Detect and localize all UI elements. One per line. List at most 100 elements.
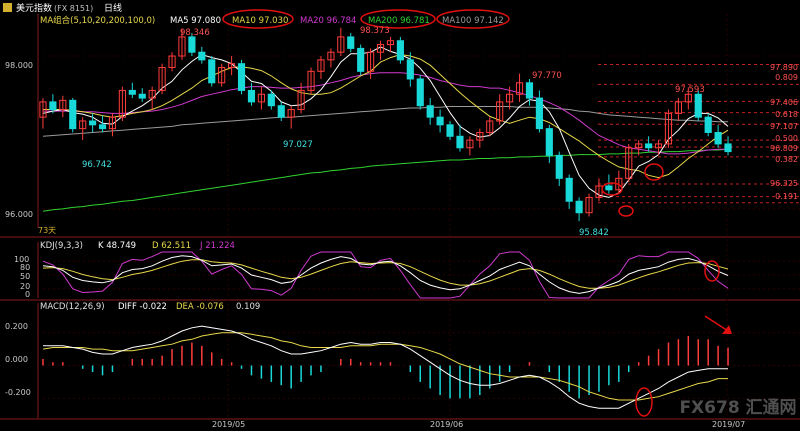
high-label: 98.373 (360, 26, 390, 36)
macd-legend-label: MACD(12,26,9) (40, 302, 105, 312)
low-label: 95.842 (579, 228, 609, 238)
macd-hist-value: 0.109 (236, 302, 260, 312)
candle-body (267, 93, 275, 107)
candle-body (247, 89, 256, 103)
ma5-value: MA5 97.080 (170, 16, 221, 26)
grid-lines (0, 14, 800, 420)
candle-body (347, 36, 355, 49)
candle-body (406, 59, 414, 80)
period-label[interactable]: 日线 (104, 2, 122, 14)
candle-body (426, 105, 434, 118)
candle-body (277, 105, 285, 118)
high-label: 97.770 (532, 71, 562, 81)
ma200-value: MA200 96.781 (368, 16, 430, 26)
candle-body (237, 63, 246, 91)
macd-legend: MACD(12,26,9) DIFF -0.022 DEA -0.076 0.1… (40, 302, 260, 312)
fib-label: 97.107 (770, 122, 798, 131)
macd-diff-value: DIFF -0.022 (118, 302, 167, 312)
candle-body (645, 143, 653, 149)
candle-body (208, 59, 216, 84)
candle-body (525, 82, 534, 99)
ma20-line (43, 72, 728, 155)
marking-circle (618, 205, 634, 217)
macd-tick: 0.000 (5, 355, 28, 364)
fib-label: 0.809 (775, 73, 798, 82)
candle-body (357, 47, 365, 72)
macd-tick: 0.200 (5, 322, 28, 331)
date-tick: 2019/06 (430, 420, 463, 429)
date-axis: 2019/05 2019/06 2019/07 (212, 420, 745, 429)
ma20-value: MA20 96.784 (300, 16, 356, 26)
watermark: FX678 汇通网 (679, 398, 796, 418)
macd-dea-value: DEA -0.076 (176, 302, 224, 312)
ma10-value: MA10 97.030 (232, 16, 288, 26)
macd-axis: 0.200 0.000 -0.200 (5, 322, 31, 397)
candle-body (565, 177, 573, 202)
fib-label: 0.191 (775, 192, 798, 201)
macd-tick: -0.200 (5, 388, 31, 397)
marking-circle (644, 163, 664, 181)
fib-label: 0.500 (775, 134, 798, 143)
kdj-tick: 0 (25, 290, 30, 299)
trend-arrow-head (722, 325, 732, 334)
candle-body (416, 78, 424, 107)
day-count-label: 73天 (38, 226, 56, 235)
instrument-title: 美元指数 (16, 2, 52, 14)
candle-body (704, 116, 712, 133)
candle-body (694, 93, 702, 118)
candle-body (456, 135, 464, 149)
candle-body (605, 185, 613, 191)
kdj-lines (42, 251, 729, 299)
candle-body (128, 89, 136, 95)
marking-circle (635, 387, 653, 417)
candle-body (138, 93, 146, 99)
kdj-legend-label: KDJ(9,3,3) (40, 241, 83, 251)
price-tick: 96.000 (5, 210, 33, 219)
candle-body (714, 131, 722, 145)
kdj-tick: 80 (20, 263, 30, 272)
fib-label: 96.809 (770, 144, 798, 153)
high-label: 97.593 (675, 85, 705, 95)
kdj-d-value: D 62.511 (152, 241, 191, 251)
instrument-code: (FX 8151) (54, 4, 93, 13)
candle-body (555, 154, 563, 179)
fib-label: 0.618 (775, 110, 798, 119)
usd-index-icon (3, 3, 12, 12)
candle-body (575, 200, 583, 214)
kdj-legend: KDJ(9,3,3) K 48.749 D 62.511 J 21.224 (40, 241, 235, 251)
stock-chart[interactable]: 美元指数 (FX 8151) 日线 MA组合(5,10,20,200,100,0… (0, 0, 800, 431)
macd-diff-line (43, 325, 728, 409)
kdj-j-value: J 21.224 (199, 241, 235, 251)
moving-average-lines (42, 46, 729, 212)
price-tick: 98.000 (5, 61, 33, 70)
fib-label: 0.382 (775, 155, 798, 164)
date-tick: 2019/05 (212, 420, 245, 429)
candle-body (49, 101, 57, 111)
candle-body (89, 120, 97, 126)
ma100-value: MA100 97.142 (442, 16, 504, 26)
kdj-j-line (42, 251, 729, 299)
macd-lines (42, 325, 728, 409)
fib-label: 97.406 (770, 98, 798, 107)
kdj-k-line (42, 255, 729, 294)
high-label: 98.346 (180, 28, 210, 38)
date-tick: 2019/07 (712, 420, 745, 429)
low-label: 97.027 (283, 140, 313, 150)
kdj-k-value: K 48.749 (98, 241, 136, 251)
header-bar: 美元指数 (FX 8151) 日线 (3, 2, 122, 14)
candle-body (198, 51, 206, 61)
kdj-axis: 100 80 50 20 0 (14, 255, 30, 299)
candlestick-series (39, 27, 732, 222)
fib-label: 97.890 (770, 63, 798, 72)
trend-arrow-shaft (704, 315, 729, 332)
analyst-markings (601, 163, 732, 417)
candle-body (396, 40, 404, 61)
ma-legend-label: MA组合(5,10,20,200,100,0) (40, 15, 155, 26)
fib-labels: 97.890 0.809 97.406 0.618 97.107 0.500 9… (770, 63, 798, 201)
candle-body (545, 128, 553, 156)
candle-body (98, 124, 107, 130)
fib-label: 96.325 (770, 179, 798, 188)
candle-body (69, 99, 77, 130)
kdj-tick: 50 (20, 272, 30, 281)
candle-body (188, 36, 196, 53)
